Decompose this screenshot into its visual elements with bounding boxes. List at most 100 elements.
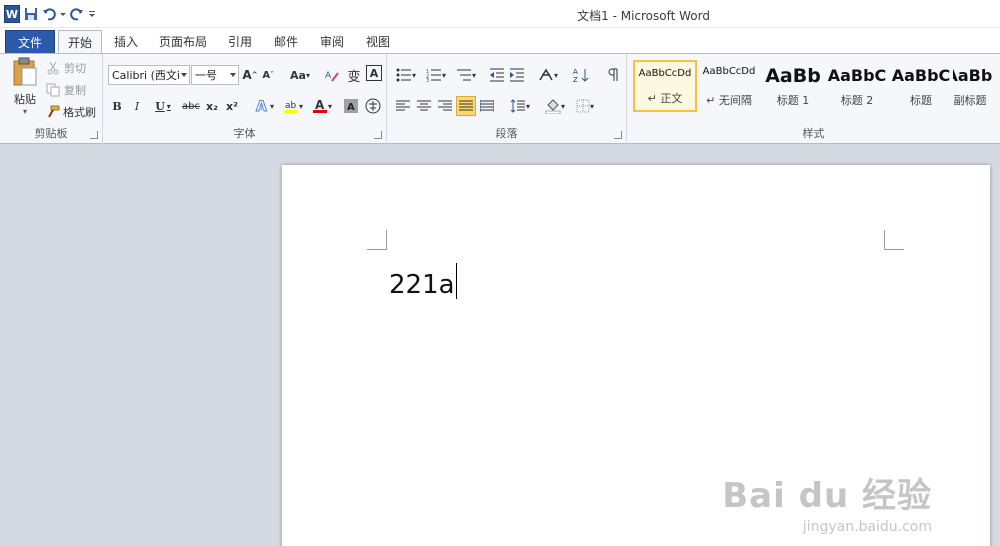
styles-group-label: 样式 — [802, 127, 825, 140]
title-bar: W 文档1 - Microsoft Word — [0, 0, 1000, 28]
justify-button[interactable] — [456, 96, 476, 116]
svg-text:A: A — [325, 71, 332, 81]
svg-text:3: 3 — [426, 78, 429, 82]
tab-file[interactable]: 文件 — [5, 30, 55, 53]
grow-font-button[interactable]: A ^ — [242, 65, 258, 85]
tab-view[interactable]: 视图 — [358, 30, 398, 53]
clipboard-group-label: 剪贴板 — [34, 127, 68, 140]
copy-label: 复制 — [64, 84, 86, 97]
text-effects-icon: A — [255, 99, 267, 115]
line-spacing-icon — [510, 99, 525, 113]
sort-icon: AZ — [573, 68, 589, 83]
chinese-layout-button[interactable]: ▾ — [535, 65, 561, 85]
style-item-heading-1[interactable]: AaBb 标题 1 — [761, 60, 825, 112]
superscript-button[interactable]: x² — [224, 96, 240, 116]
style-sample: AaBbC — [891, 66, 951, 85]
align-center-button[interactable] — [415, 96, 433, 116]
clipboard-launcher-icon[interactable] — [90, 131, 98, 139]
ribbon: 粘贴 ▾ 剪切 复制 格式刷 剪贴板 Calibri (西文i 一号 A ^ Aˇ… — [0, 53, 1000, 144]
font-group: Calibri (西文i 一号 A ^ Aˇ Aa ▾ A 变 A B I U ▾ a… — [103, 54, 387, 144]
subscript-label: x₂ — [206, 99, 218, 113]
cut-button[interactable]: 剪切 — [46, 58, 96, 78]
font-name-dropdown-icon — [181, 73, 187, 77]
clipboard-group: 粘贴 ▾ 剪切 复制 格式刷 剪贴板 — [0, 54, 103, 144]
font-launcher-icon[interactable] — [374, 131, 382, 139]
format-painter-button[interactable]: 格式刷 — [46, 102, 100, 122]
numbering-icon: 123 — [426, 69, 441, 82]
copy-button[interactable]: 复制 — [46, 80, 96, 100]
text-effects-button[interactable]: A ▾ — [251, 96, 277, 116]
char-shading-button[interactable]: A — [343, 96, 359, 116]
tab-mailings[interactable]: 邮件 — [266, 30, 306, 53]
paste-button[interactable]: 粘贴 ▾ — [8, 57, 42, 123]
phonetic-guide-button[interactable]: 变 — [345, 65, 363, 85]
char-shading-icon: A — [344, 99, 358, 113]
style-item-heading-2[interactable]: AaBbC 标题 2 — [825, 60, 889, 112]
tab-insert[interactable]: 插入 — [106, 30, 146, 53]
paste-icon — [13, 57, 37, 86]
borders-icon — [576, 99, 590, 113]
sort-button[interactable]: AZ — [572, 65, 590, 85]
paragraph-group: ▾ 1 2 3 ▾ ▾ ▾ AZ ▾ ▾ ▾ 段落 — [387, 54, 627, 144]
watermark: Bai du 经验 jingyan.baidu.com — [722, 468, 932, 535]
crop-mark-top-left — [367, 230, 387, 250]
strikethrough-button[interactable]: abc — [181, 96, 201, 116]
increase-indent-button[interactable] — [508, 65, 526, 85]
underline-button[interactable]: U ▾ — [151, 96, 175, 116]
styles-group: AaBbCcDd ↵ 正文 AaBbCcDd ↵ 无间隔 AaBb 标题 1 A… — [627, 54, 1000, 144]
style-item-normal[interactable]: AaBbCcDd ↵ 正文 — [633, 60, 697, 112]
char-border-label: A — [369, 66, 379, 80]
watermark-sub: jingyan.baidu.com — [802, 519, 932, 535]
bullets-button[interactable]: ▾ — [393, 65, 419, 85]
style-item-title[interactable]: AaBbC 标题 — [889, 60, 953, 112]
clear-format-button[interactable]: A — [323, 65, 341, 85]
change-case-button[interactable]: Aa ▾ — [287, 65, 313, 85]
bold-button[interactable]: B — [109, 96, 125, 116]
distributed-button[interactable] — [478, 96, 496, 116]
align-right-button[interactable] — [436, 96, 454, 116]
align-right-icon — [438, 100, 452, 111]
subscript-button[interactable]: x₂ — [204, 96, 220, 116]
style-name: 标题 2 — [840, 94, 874, 107]
shrink-font-button[interactable]: Aˇ — [260, 65, 276, 85]
font-color-button[interactable]: A ▾ — [309, 96, 335, 116]
style-item-no-spacing[interactable]: AaBbCcDd ↵ 无间隔 — [697, 60, 761, 112]
paste-dropdown-icon: ▾ — [22, 107, 27, 116]
shading-button[interactable]: ▾ — [542, 96, 568, 116]
tab-page-layout[interactable]: 页面布局 — [152, 30, 214, 53]
enclose-char-button[interactable] — [364, 96, 382, 116]
show-marks-button[interactable] — [603, 65, 621, 85]
tab-review[interactable]: 审阅 — [312, 30, 352, 53]
highlighter-icon: ab — [283, 101, 298, 113]
style-item-subtitle[interactable]: AaBb 副标题 — [953, 60, 1000, 112]
align-left-icon — [396, 100, 410, 111]
ribbon-tabs: 文件 开始 插入 页面布局 引用 邮件 审阅 视图 — [0, 28, 1000, 53]
increase-indent-icon — [510, 68, 524, 82]
svg-text:A: A — [347, 102, 355, 113]
paragraph-launcher-icon[interactable] — [614, 131, 622, 139]
justify-icon — [459, 100, 473, 111]
borders-button[interactable]: ▾ — [572, 96, 598, 116]
italic-button[interactable]: I — [129, 96, 145, 116]
style-name: 标题 — [910, 94, 932, 107]
font-size-combo[interactable]: 一号 — [191, 65, 239, 85]
multilevel-list-icon — [456, 69, 471, 81]
char-border-button[interactable]: A — [366, 65, 382, 81]
numbering-button[interactable]: 1 2 3 ▾ — [423, 65, 449, 85]
document-text[interactable]: 221a — [389, 263, 457, 300]
font-group-label: 字体 — [233, 127, 256, 140]
font-color-icon: A — [312, 98, 327, 113]
tab-home[interactable]: 开始 — [58, 30, 102, 53]
copy-icon — [46, 83, 60, 97]
multilevel-list-button[interactable]: ▾ — [453, 65, 479, 85]
svg-text:A: A — [315, 98, 325, 112]
font-name-combo[interactable]: Calibri (西文i — [108, 65, 190, 85]
align-left-button[interactable] — [394, 96, 412, 116]
tab-references[interactable]: 引用 — [220, 30, 260, 53]
highlight-button[interactable]: ab ▾ — [280, 96, 306, 116]
document-page[interactable]: 221a Bai du 经验 jingyan.baidu.com — [282, 165, 990, 546]
paragraph-group-label: 段落 — [495, 127, 518, 140]
decrease-indent-button[interactable] — [488, 65, 506, 85]
line-spacing-button[interactable]: ▾ — [507, 96, 533, 116]
document-text-content: 221a — [389, 270, 455, 300]
